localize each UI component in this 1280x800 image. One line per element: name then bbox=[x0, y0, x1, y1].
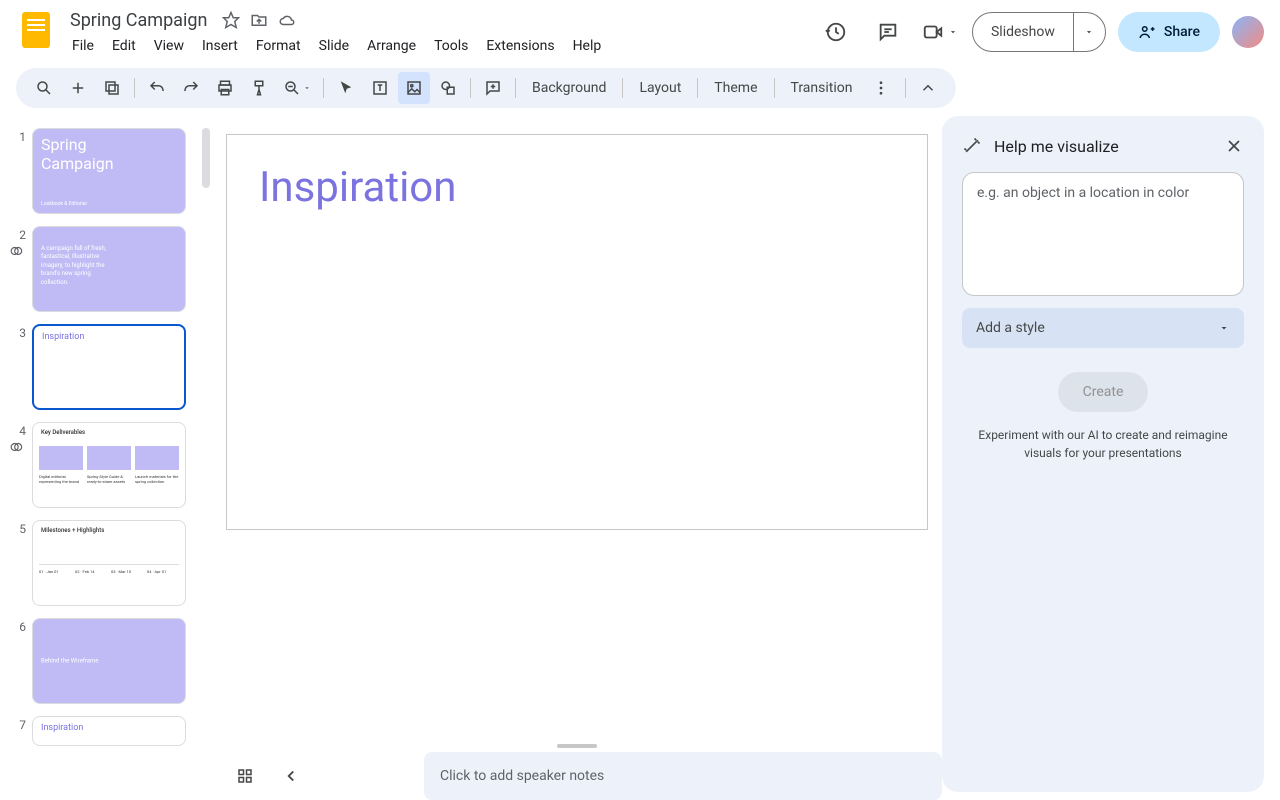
doc-title[interactable]: Spring Campaign bbox=[64, 8, 213, 33]
slide-thumb-7[interactable]: Inspiration bbox=[32, 716, 186, 746]
slide-number: 5 bbox=[12, 520, 32, 536]
zoom-button[interactable] bbox=[277, 72, 317, 104]
collapse-filmstrip-icon[interactable] bbox=[282, 767, 300, 785]
templates-button[interactable] bbox=[96, 72, 128, 104]
menu-slide[interactable]: Slide bbox=[311, 34, 357, 58]
more-options-icon[interactable] bbox=[865, 72, 897, 104]
magic-wand-icon bbox=[962, 136, 982, 156]
shape-tool[interactable] bbox=[432, 72, 464, 104]
slide-number: 6 bbox=[12, 618, 32, 634]
grid-view-icon[interactable] bbox=[236, 767, 254, 785]
image-tool[interactable] bbox=[398, 72, 430, 104]
sidebar-hint: Experiment with our AI to create and rei… bbox=[962, 426, 1244, 462]
thumb-title: Inspiration bbox=[33, 717, 185, 739]
thumb-title: Inspiration bbox=[34, 326, 184, 348]
menu-tools[interactable]: Tools bbox=[426, 34, 476, 58]
account-avatar[interactable] bbox=[1232, 16, 1264, 48]
filmstrip[interactable]: 1 Spring Campaign Lookbook & Editorial 2… bbox=[0, 116, 212, 800]
undo-button[interactable] bbox=[141, 72, 173, 104]
cloud-status-icon[interactable] bbox=[277, 10, 297, 30]
thumb-title: Milestones + Highlights bbox=[33, 521, 185, 540]
comment-insert-button[interactable] bbox=[477, 72, 509, 104]
meet-button[interactable] bbox=[920, 12, 960, 52]
slide-thumb-3[interactable]: Inspiration bbox=[32, 324, 186, 410]
paint-format-button[interactable] bbox=[243, 72, 275, 104]
help-me-visualize-panel: Help me visualize e.g. an object in a lo… bbox=[942, 116, 1264, 792]
slide-canvas[interactable]: Inspiration bbox=[226, 134, 928, 530]
share-button[interactable]: Share bbox=[1118, 12, 1220, 52]
toolbar: Background Layout Theme Transition bbox=[16, 68, 956, 108]
slides-logo[interactable] bbox=[16, 10, 56, 50]
textbox-tool[interactable] bbox=[364, 72, 396, 104]
slide-thumb-6[interactable]: Behind the Wireframe bbox=[32, 618, 186, 704]
menu-insert[interactable]: Insert bbox=[194, 34, 246, 58]
menu-arrange[interactable]: Arrange bbox=[359, 34, 424, 58]
slide-thumb-1[interactable]: Spring Campaign Lookbook & Editorial bbox=[32, 128, 186, 214]
add-style-label: Add a style bbox=[976, 320, 1045, 336]
slide-thumb-4[interactable]: Key Deliverables Digital editorial repre… bbox=[32, 422, 186, 508]
share-icon bbox=[1138, 23, 1156, 41]
slide-number: 3 bbox=[12, 324, 32, 340]
thumb-title: Key Deliverables bbox=[33, 423, 185, 442]
select-tool[interactable] bbox=[330, 72, 362, 104]
print-button[interactable] bbox=[209, 72, 241, 104]
prompt-textarea[interactable]: e.g. an object in a location in color bbox=[962, 172, 1244, 296]
animation-icon bbox=[10, 440, 26, 456]
thumb-subtitle: Lookbook & Editorial bbox=[33, 201, 95, 207]
slide-number: 4 bbox=[12, 422, 32, 438]
notes-splitter[interactable] bbox=[557, 744, 597, 748]
menu-extensions[interactable]: Extensions bbox=[478, 34, 562, 58]
animation-icon bbox=[10, 244, 26, 260]
menu-format[interactable]: Format bbox=[248, 34, 309, 58]
chevron-down-icon bbox=[1218, 322, 1230, 334]
background-button[interactable]: Background bbox=[522, 72, 616, 104]
theme-button[interactable]: Theme bbox=[704, 72, 767, 104]
slide-number: 7 bbox=[12, 716, 32, 732]
menu-view[interactable]: View bbox=[146, 34, 192, 58]
close-icon[interactable] bbox=[1224, 136, 1244, 156]
menu-edit[interactable]: Edit bbox=[104, 34, 144, 58]
menu-file[interactable]: File bbox=[64, 34, 102, 58]
sidebar-title: Help me visualize bbox=[994, 137, 1212, 156]
share-label: Share bbox=[1164, 24, 1200, 40]
slide-thumb-5[interactable]: Milestones + Highlights 01 · Jan 0102 · … bbox=[32, 520, 186, 606]
slide-number: 2 bbox=[12, 226, 32, 242]
add-style-dropdown[interactable]: Add a style bbox=[962, 308, 1244, 348]
history-icon[interactable] bbox=[816, 12, 856, 52]
collapse-toolbar-icon[interactable] bbox=[912, 72, 944, 104]
slideshow-button[interactable]: Slideshow bbox=[973, 13, 1073, 51]
slide-number: 1 bbox=[12, 128, 32, 144]
thumb-title: Spring Campaign bbox=[33, 129, 185, 179]
move-icon[interactable] bbox=[249, 10, 269, 30]
new-slide-button[interactable] bbox=[62, 72, 94, 104]
scrollbar-thumb[interactable] bbox=[202, 128, 210, 188]
thumb-body: A campaign full of fresh, fantastical, i… bbox=[33, 227, 123, 287]
comments-icon[interactable] bbox=[868, 12, 908, 52]
slide-heading-text[interactable]: Inspiration bbox=[259, 163, 456, 212]
create-button: Create bbox=[1058, 372, 1148, 412]
menu-help[interactable]: Help bbox=[565, 34, 610, 58]
thumb-title: Behind the Wireframe bbox=[41, 658, 98, 665]
slide-thumb-2[interactable]: A campaign full of fresh, fantastical, i… bbox=[32, 226, 186, 312]
transition-button[interactable]: Transition bbox=[781, 72, 863, 104]
star-icon[interactable] bbox=[221, 10, 241, 30]
layout-button[interactable]: Layout bbox=[629, 72, 691, 104]
search-menus-icon[interactable] bbox=[28, 72, 60, 104]
redo-button[interactable] bbox=[175, 72, 207, 104]
slideshow-dropdown[interactable] bbox=[1073, 13, 1105, 51]
speaker-notes-input[interactable]: Click to add speaker notes bbox=[424, 752, 942, 800]
